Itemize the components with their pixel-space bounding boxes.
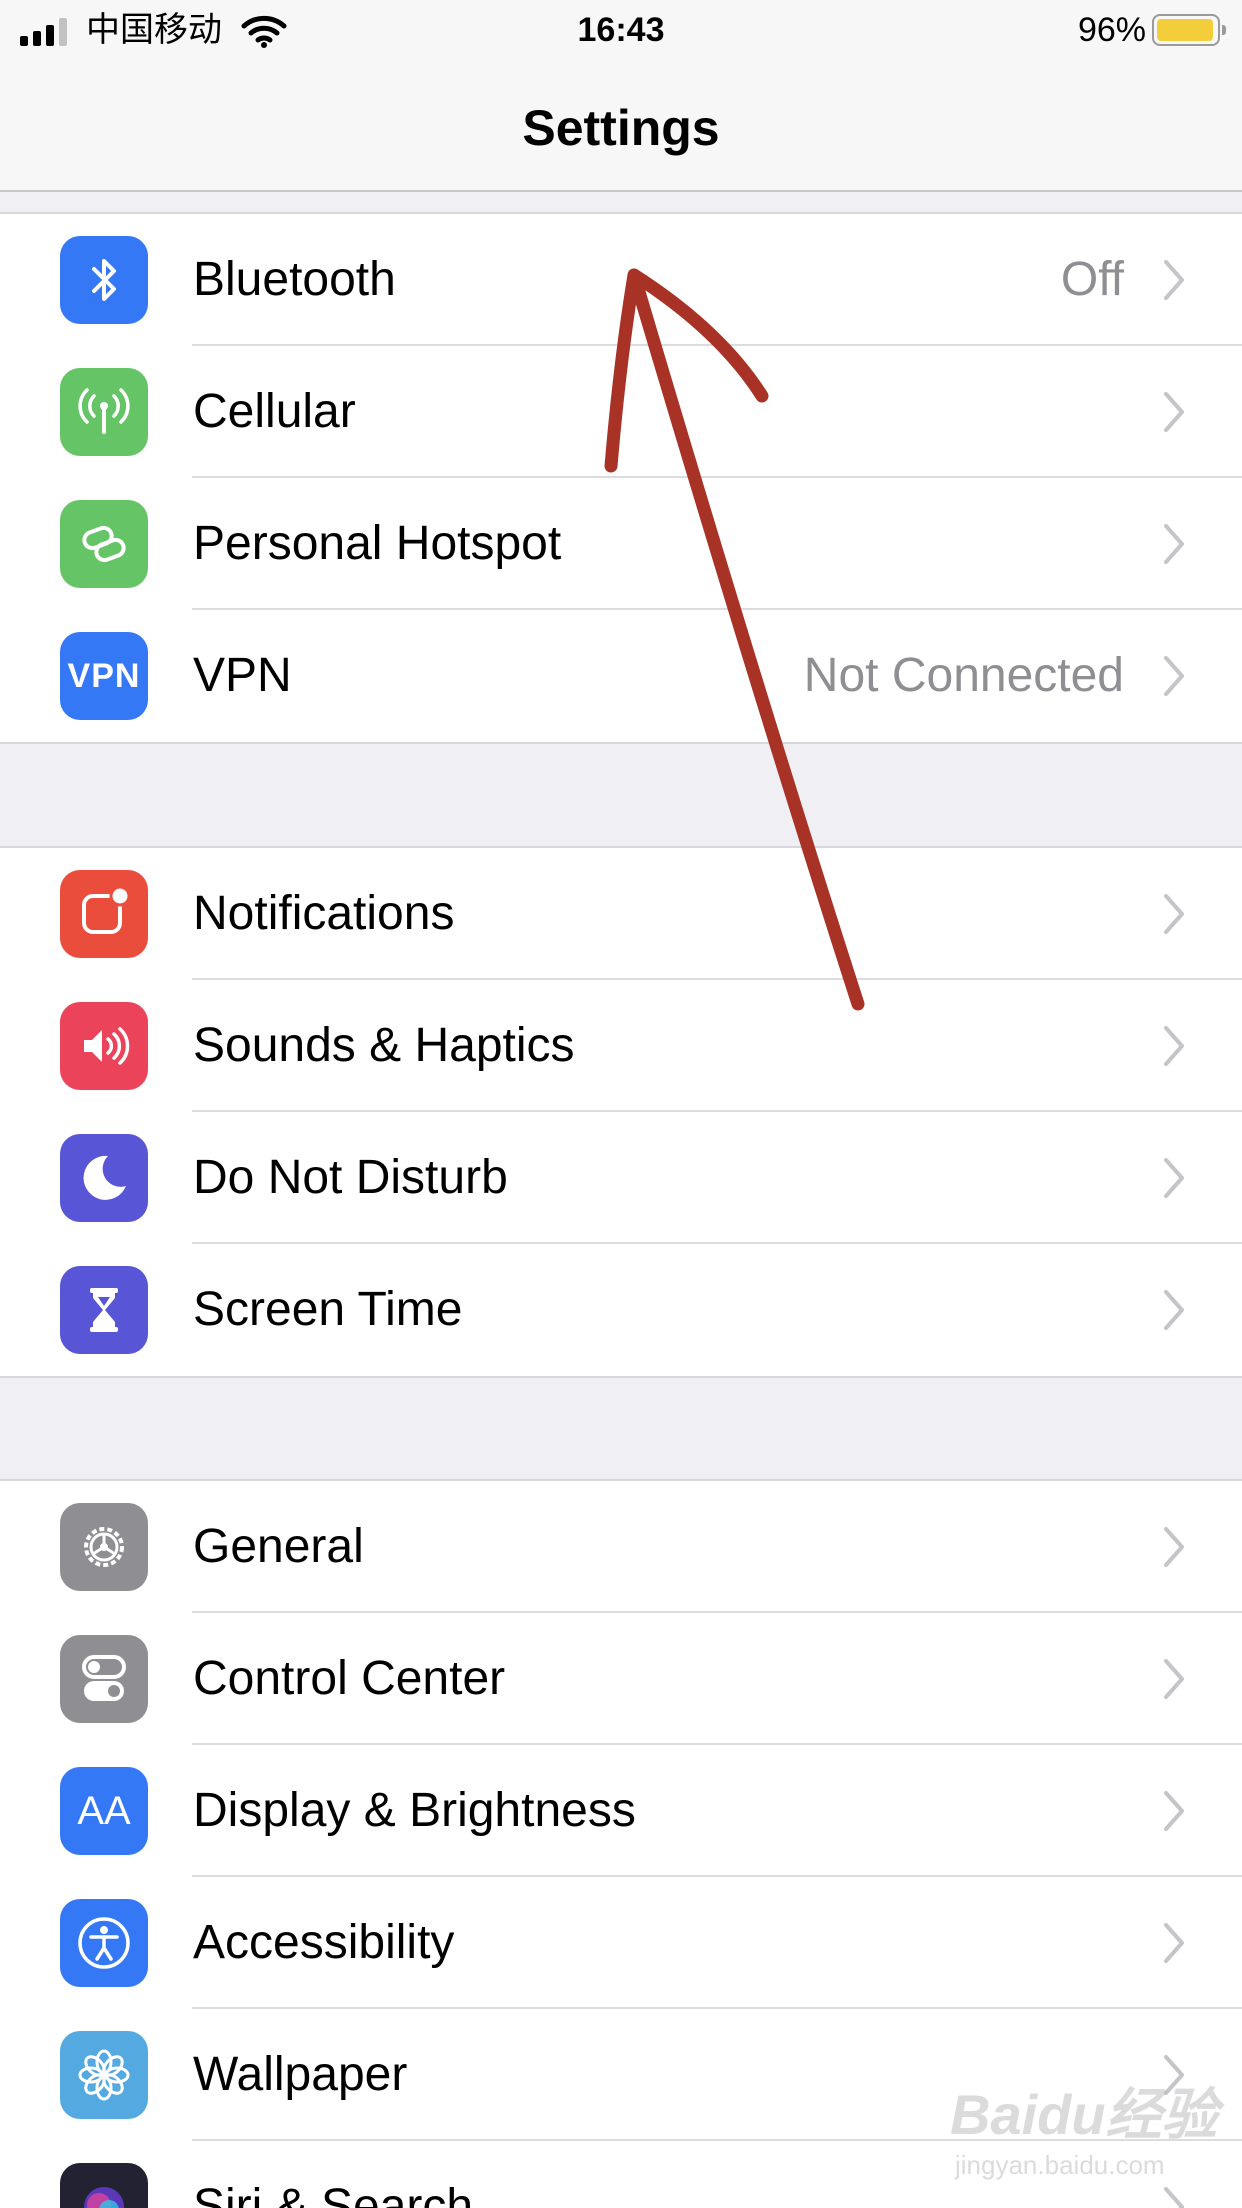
row-label: Sounds & Haptics [193,1019,575,1072]
flower-icon [60,2031,148,2119]
speaker-icon [60,1002,148,1090]
row-label: Wallpaper [193,2048,408,2101]
accessibility-icon [60,1899,148,1987]
chevron-right-icon [1164,392,1184,432]
chevron-right-icon [1164,260,1184,300]
notifications-icon [60,870,148,958]
settings-row-sounds-haptics[interactable]: Sounds & Haptics [0,980,1242,1112]
page-title: Settings [522,100,720,156]
row-label: Accessibility [193,1916,455,1969]
chevron-right-icon [1164,1026,1184,1066]
chevron-right-icon [1164,2187,1184,2208]
watermark-logo: Baidu经验 [950,2083,1218,2146]
chevron-right-icon [1164,524,1184,564]
settings-row-screen-time[interactable]: Screen Time [0,1244,1242,1376]
antenna-icon [60,368,148,456]
text-size-icon: AA [60,1767,148,1855]
gear-icon [60,1503,148,1591]
settings-row-notifications[interactable]: Notifications [0,848,1242,980]
chevron-right-icon [1164,1158,1184,1198]
settings-row-do-not-disturb[interactable]: Do Not Disturb [0,1112,1242,1244]
moon-icon [60,1134,148,1222]
settings-row-bluetooth[interactable]: Bluetooth Off [0,214,1242,346]
settings-row-display-brightness[interactable]: AA Display & Brightness [0,1745,1242,1877]
hourglass-icon [60,1266,148,1354]
navigation-bar: Settings [0,64,1242,192]
settings-group-notifications: Notifications Sounds & Haptics Do Not Di… [0,846,1242,1378]
settings-row-accessibility[interactable]: Accessibility [0,1877,1242,2009]
row-label: Display & Brightness [193,1784,636,1837]
settings-row-personal-hotspot[interactable]: Personal Hotspot [0,478,1242,610]
chevron-right-icon [1164,894,1184,934]
row-label: Bluetooth [193,253,396,306]
row-label: Do Not Disturb [193,1151,508,1204]
settings-row-control-center[interactable]: Control Center [0,1613,1242,1745]
row-label: Cellular [193,385,356,438]
row-label: Siri & Search [193,2180,474,2208]
row-label: Notifications [193,887,455,940]
status-bar: 中国移动 16:43 96% [0,0,1242,64]
vpn-icon: VPN [60,632,148,720]
settings-row-cellular[interactable]: Cellular [0,346,1242,478]
chevron-right-icon [1164,1527,1184,1567]
row-label: Screen Time [193,1283,463,1336]
row-value: Off [1060,253,1124,306]
chevron-right-icon [1164,1923,1184,1963]
row-label: Personal Hotspot [193,517,562,570]
row-label: VPN [193,649,292,702]
settings-row-general[interactable]: General [0,1481,1242,1613]
chevron-right-icon [1164,1659,1184,1699]
battery-icon [1152,14,1226,46]
toggles-icon [60,1635,148,1723]
row-value: Not Connected [803,649,1124,702]
chevron-right-icon [1164,1290,1184,1330]
battery-percentage: 96% [1077,11,1146,49]
clock: 16:43 [577,11,665,49]
chevron-right-icon [1164,656,1184,696]
bluetooth-icon [60,236,148,324]
row-label: General [193,1520,364,1573]
siri-icon [60,2163,148,2208]
settings-row-vpn[interactable]: VPN VPN Not Connected [0,610,1242,742]
settings-group-connectivity: Bluetooth Off Cellular Personal Hotspot … [0,212,1242,744]
chevron-right-icon [1164,1791,1184,1831]
row-label: Control Center [193,1652,506,1705]
hotspot-link-icon [60,500,148,588]
watermark-url: jingyan.baidu.com [955,2150,1165,2180]
